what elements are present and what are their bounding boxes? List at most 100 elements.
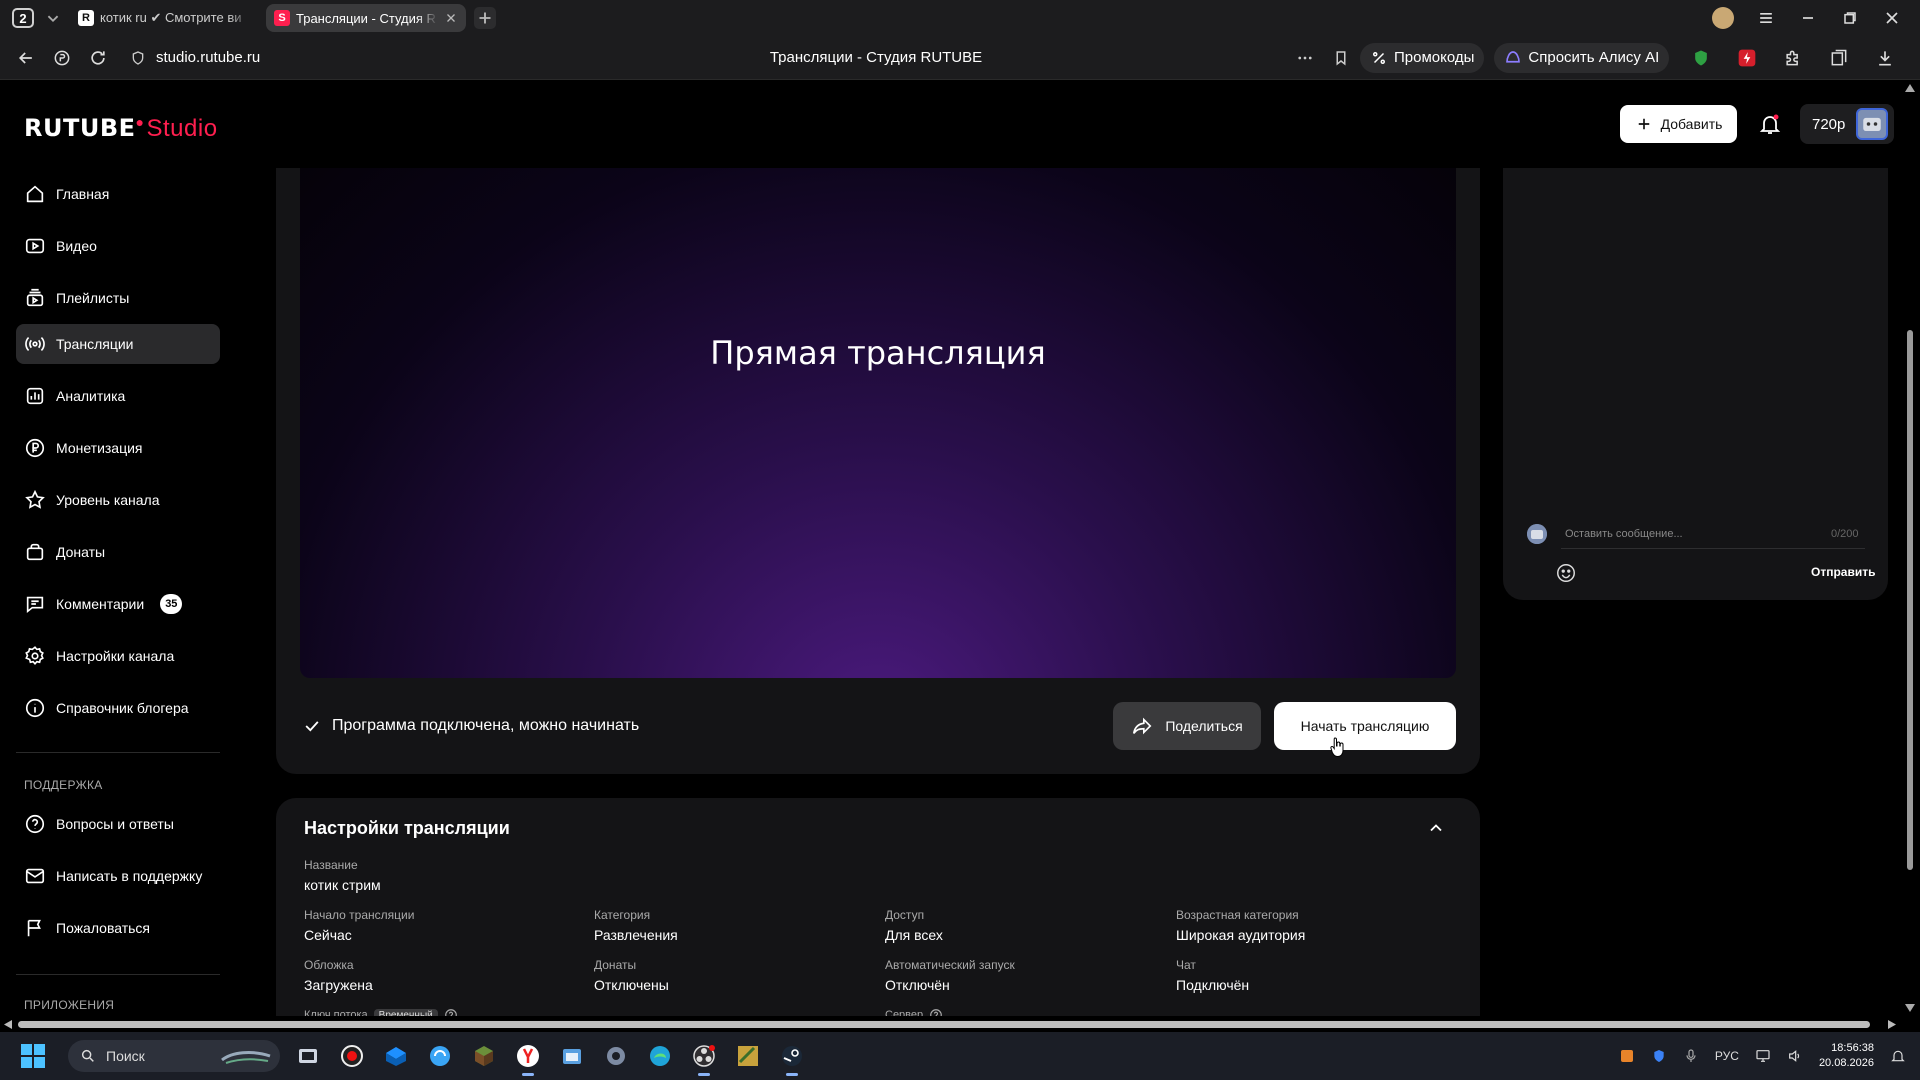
- browser-tab[interactable]: R котик ru ✔ Смотрите ви: [70, 4, 260, 32]
- chevron-down-icon[interactable]: [42, 7, 64, 29]
- tray-app-icon[interactable]: [1619, 1048, 1635, 1064]
- sidebar-item-home[interactable]: Главная: [16, 174, 220, 214]
- share-button[interactable]: Поделиться: [1113, 702, 1261, 750]
- sidebar-item-report[interactable]: Пожаловаться: [16, 908, 220, 948]
- task-view-icon[interactable]: [296, 1044, 320, 1068]
- network-icon[interactable]: [1755, 1048, 1771, 1064]
- ask-alice-button[interactable]: Спросить Алису AI: [1494, 42, 1670, 73]
- shield-extension-icon[interactable]: [1691, 48, 1711, 68]
- settings-app-icon[interactable]: [604, 1044, 628, 1068]
- browser-tab-bar: 2 R котик ru ✔ Смотрите ви S Трансляции …: [0, 0, 1920, 36]
- sidebar-item-comments[interactable]: Комментарии 35: [16, 584, 220, 624]
- rutube-favicon-icon: R: [78, 10, 94, 26]
- horizontal-scroll-thumb[interactable]: [18, 1021, 1870, 1028]
- sidebar-item-write-support[interactable]: Написать в поддержку: [16, 856, 220, 896]
- browser-tab-active[interactable]: S Трансляции - Студия R: [266, 4, 466, 32]
- lightning-extension-icon[interactable]: [1737, 48, 1757, 68]
- close-icon[interactable]: [444, 11, 458, 25]
- scroll-left-arrow-icon[interactable]: [4, 1020, 12, 1029]
- restore-icon[interactable]: [1840, 8, 1860, 28]
- yandex-browser-icon[interactable]: [516, 1044, 540, 1076]
- field-label: Обложка: [304, 958, 354, 972]
- quality-button[interactable]: 720p: [1800, 104, 1894, 144]
- explorer-app-icon[interactable]: [560, 1044, 584, 1068]
- obs-app-icon[interactable]: [692, 1044, 716, 1076]
- scroll-down-arrow-icon[interactable]: [1905, 1004, 1915, 1012]
- clock-date: 20.08.2026: [1818, 1057, 1874, 1069]
- sidebar-item-broadcasts[interactable]: Трансляции: [16, 324, 220, 364]
- language-indicator[interactable]: РУС: [1715, 1049, 1739, 1063]
- reload-icon[interactable]: [88, 48, 108, 68]
- emoji-icon[interactable]: [1555, 562, 1577, 584]
- puzzle-extension-icon[interactable]: [1783, 48, 1803, 68]
- video-preview[interactable]: Прямая трансляция: [300, 168, 1456, 678]
- share-icon: [1131, 715, 1153, 737]
- protect-icon[interactable]: [52, 48, 72, 68]
- system-clock[interactable]: 18:56:38 20.08.2026: [1819, 1041, 1874, 1071]
- sidebar-item-channel-level[interactable]: Уровень канала: [16, 480, 220, 520]
- add-button[interactable]: Добавить: [1620, 105, 1737, 143]
- start-broadcast-button[interactable]: Начать трансляцию: [1274, 702, 1456, 750]
- more-dots-icon[interactable]: [1296, 49, 1314, 67]
- chat-panel: Оставить сообщение... 0/200 Отправить: [1503, 168, 1888, 600]
- sidebar-item-video[interactable]: Видео: [16, 226, 220, 266]
- notification-icon[interactable]: [1890, 1048, 1906, 1064]
- close-window-icon[interactable]: [1882, 8, 1902, 28]
- chat-message-input[interactable]: Оставить сообщение...: [1565, 528, 1683, 540]
- browser-app-icon[interactable]: [428, 1044, 452, 1068]
- edge-app-icon[interactable]: [648, 1044, 672, 1068]
- download-icon[interactable]: [1875, 48, 1895, 68]
- sidebar-item-label: Плейлисты: [56, 290, 130, 306]
- back-arrow-icon[interactable]: [16, 48, 36, 68]
- sidebar-divider: [16, 974, 220, 975]
- record-app-icon[interactable]: [340, 1044, 364, 1068]
- mail-icon: [24, 865, 46, 887]
- vertical-scrollbar[interactable]: [1900, 80, 1920, 1016]
- browser-profile-avatar[interactable]: [1712, 7, 1734, 29]
- promo-codes-label: Промокоды: [1394, 49, 1475, 66]
- sidebar-item-playlists[interactable]: Плейлисты: [16, 278, 220, 318]
- rutube-studio-logo[interactable]: RUTUBE●Studio: [24, 114, 218, 143]
- chevron-up-icon[interactable]: [1426, 818, 1446, 838]
- sidebar-item-analytics[interactable]: Аналитика: [16, 376, 220, 416]
- analytics-icon: [24, 385, 46, 407]
- sidebar-item-donations[interactable]: Донаты: [16, 532, 220, 572]
- horizontal-scrollbar[interactable]: [0, 1016, 1900, 1032]
- send-button[interactable]: Отправить: [1811, 565, 1875, 579]
- promo-codes-button[interactable]: Промокоды: [1360, 42, 1485, 73]
- sidebar-item-faq[interactable]: Вопросы и ответы: [16, 804, 220, 844]
- sidebar-item-label: Комментарии: [56, 596, 145, 612]
- vertical-scroll-thumb[interactable]: [1907, 330, 1913, 870]
- url-text[interactable]: studio.rutube.ru: [156, 49, 456, 66]
- microphone-icon[interactable]: [1683, 1048, 1699, 1064]
- steam-app-icon[interactable]: [780, 1044, 804, 1076]
- volume-icon[interactable]: [1787, 1048, 1803, 1064]
- minimize-icon[interactable]: [1798, 8, 1818, 28]
- channel-avatar[interactable]: [1856, 108, 1888, 140]
- tab-count-badge[interactable]: 2: [12, 8, 34, 28]
- bell-icon[interactable]: [1758, 112, 1782, 136]
- field-label: Донаты: [594, 958, 637, 972]
- collections-icon[interactable]: [1829, 48, 1849, 68]
- url-field[interactable]: studio.rutube.ru Трансляции - Студия RUT…: [130, 42, 1350, 74]
- menu-icon[interactable]: [1756, 8, 1776, 28]
- shield-icon[interactable]: [130, 50, 146, 66]
- new-tab-plus-icon[interactable]: [474, 7, 496, 29]
- sidebar-item-label: Написать в поддержку: [56, 868, 203, 884]
- sidebar-item-channel-settings[interactable]: Настройки канала: [16, 636, 220, 676]
- mail-app-icon[interactable]: [384, 1044, 408, 1068]
- sidebar-item-monetization[interactable]: Монетизация: [16, 428, 220, 468]
- scroll-up-arrow-icon[interactable]: [1905, 84, 1915, 92]
- field-label: Чат: [1176, 958, 1196, 972]
- sidebar-item-label: Вопросы и ответы: [56, 816, 174, 832]
- sidebar-item-blogger-guide[interactable]: Справочник блогера: [16, 688, 220, 728]
- bookmark-icon[interactable]: [1332, 49, 1350, 67]
- taskbar-search[interactable]: Поиск: [68, 1040, 280, 1072]
- scroll-right-arrow-icon[interactable]: [1888, 1020, 1896, 1029]
- tray-shield-icon[interactable]: [1651, 1048, 1667, 1064]
- browser-address-bar: studio.rutube.ru Трансляции - Студия RUT…: [0, 36, 1920, 80]
- page-title: Трансляции - Студия RUTUBE: [769, 49, 983, 66]
- minecraft-app-icon[interactable]: [472, 1044, 496, 1068]
- windows-start-icon[interactable]: [20, 1043, 46, 1069]
- map-app-icon[interactable]: [736, 1044, 760, 1068]
